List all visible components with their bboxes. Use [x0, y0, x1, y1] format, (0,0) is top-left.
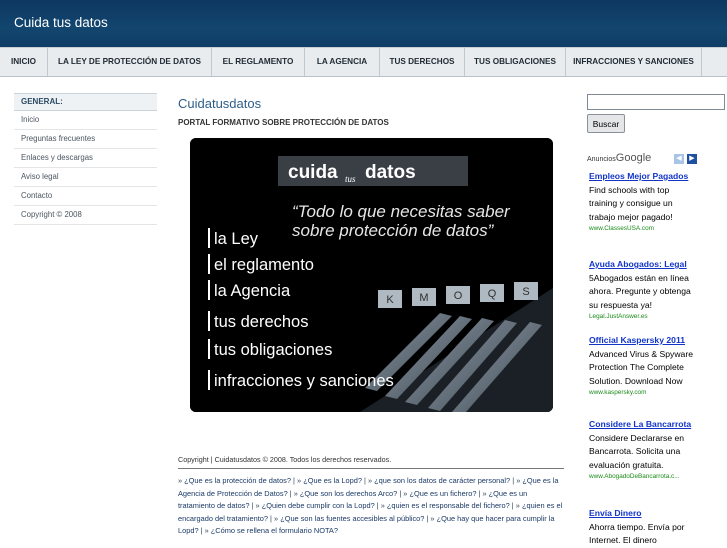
nav-item-ley[interactable]: LA LEY DE PROTECCIÓN DE DATOS: [48, 48, 212, 76]
nav-item-reglamento[interactable]: EL REGLAMENTO: [212, 48, 305, 76]
banner-graphic: K M O Q S cuida tus datos “Todo lo que n…: [190, 138, 553, 412]
faq-links: » ¿Que es la protección de datos? | » ¿Q…: [178, 476, 563, 536]
search-button[interactable]: Buscar: [587, 114, 625, 133]
banner-quote-line-2: sobre protección de datos”: [292, 221, 495, 240]
ad-title[interactable]: Official Kaspersky 2011: [589, 334, 699, 348]
faq-link[interactable]: ¿Que es la protección de datos?: [184, 476, 291, 485]
folder-tab-o: O: [454, 290, 463, 302]
ad-item: Official Kaspersky 2011 Advanced Virus &…: [589, 334, 699, 398]
chevron-right-icon[interactable]: ▶: [687, 154, 697, 164]
logo-tus: tus: [345, 174, 356, 184]
footer-copyright: Copyright | Cuidatusdatos © 2008. Todos …: [178, 455, 392, 464]
search-input[interactable]: [587, 94, 725, 110]
site-header: Cuida tus datos: [0, 0, 727, 47]
sidebar-heading: GENERAL:: [14, 93, 157, 111]
site-title[interactable]: Cuida tus datos: [14, 15, 108, 30]
nav-item-inicio[interactable]: INICIO: [0, 48, 48, 76]
banner-item-obligaciones: tus obligaciones: [214, 341, 332, 359]
footer-divider: [178, 468, 564, 469]
folder-tab-m: M: [419, 292, 428, 304]
folder-tab-k: K: [386, 294, 394, 306]
ad-item: Considere La Bancarrota Considere Declar…: [589, 418, 699, 482]
sidebar-link-inicio[interactable]: Inicio: [14, 111, 157, 130]
ad-item: Ayuda Abogados: Legal 5Abogados están en…: [589, 258, 699, 322]
page-title: Cuidatusdatos: [178, 96, 262, 111]
ad-body: Considere Declararse en Bancarrota. Soli…: [589, 432, 685, 470]
logo-cuida: cuida: [288, 162, 338, 183]
hero-banner: K M O Q S cuida tus datos “Todo lo que n…: [190, 138, 553, 412]
faq-link[interactable]: ¿que son los datos de carácter personal?: [374, 476, 510, 485]
folder-tab-s: S: [522, 286, 529, 298]
ad-body: Find schools with top training y consigu…: [589, 184, 673, 222]
logo-datos: datos: [365, 162, 416, 183]
faq-link[interactable]: ¿Que son las fuentes accesibles al públi…: [280, 514, 424, 523]
banner-quote-line-1: “Todo lo que necesitas saber: [292, 202, 511, 221]
sidebar-link-enlaces[interactable]: Enlaces y descargas: [14, 149, 157, 168]
banner-item-agencia: la Agencia: [214, 282, 291, 300]
ad-url[interactable]: www.kaspersky.com: [589, 388, 699, 398]
ad-url[interactable]: www.ClassesUSA.com: [589, 224, 699, 234]
sidebar-link-copyright[interactable]: Copyright © 2008: [14, 206, 157, 225]
faq-link[interactable]: ¿Cómo se rellena el formulario NOTA?: [211, 526, 338, 535]
sidebar-link-contacto[interactable]: Contacto: [14, 187, 157, 206]
nav-item-infracciones[interactable]: INFRACCIONES Y SANCIONES: [566, 48, 702, 76]
ad-url[interactable]: Legal.JustAnswer.es: [589, 312, 699, 322]
ads-label: AnunciosGoogle: [587, 152, 651, 164]
ad-item: Empleos Mejor Pagados Find schools with …: [589, 170, 699, 234]
faq-link[interactable]: ¿quien es el responsable del fichero?: [387, 501, 510, 510]
faq-link[interactable]: ¿Que son los derechos Arco?: [300, 489, 397, 498]
ad-url[interactable]: www.AbogadoDeBancarrota.c...: [589, 472, 699, 482]
faq-link[interactable]: ¿Que es la Lopd?: [303, 476, 362, 485]
sidebar-link-aviso-legal[interactable]: Aviso legal: [14, 168, 157, 187]
sidebar: GENERAL: Inicio Preguntas frecuentes Enl…: [14, 93, 157, 225]
sidebar-link-preguntas[interactable]: Preguntas frecuentes: [14, 130, 157, 149]
ad-title[interactable]: Envía Dinero: [589, 507, 699, 521]
ad-item: Envía Dinero Ahorra tiempo. Envía por In…: [589, 507, 699, 548]
folder-tab-q: Q: [488, 288, 497, 300]
banner-item-derechos: tus derechos: [214, 313, 308, 331]
page-subtitle: PORTAL FORMATIVO SOBRE PROTECCIÓN DE DAT…: [178, 118, 389, 127]
main-nav: INICIO LA LEY DE PROTECCIÓN DE DATOS EL …: [0, 47, 727, 77]
faq-link[interactable]: ¿Quien debe cumplir con la Lopd?: [262, 501, 375, 510]
ad-title[interactable]: Empleos Mejor Pagados: [589, 170, 699, 184]
ads-label-text: Anuncios: [587, 156, 616, 163]
nav-item-derechos[interactable]: TUS DERECHOS: [380, 48, 465, 76]
nav-item-obligaciones[interactable]: TUS OBLIGACIONES: [465, 48, 566, 76]
google-logo: Google: [615, 152, 652, 164]
ad-body: Advanced Virus & Spyware Protection The …: [589, 348, 693, 386]
ad-body: 5Abogados están en línea ahora. Pregunte…: [589, 272, 691, 310]
banner-item-infracciones: infracciones y sanciones: [214, 372, 394, 390]
ad-title[interactable]: Considere La Bancarrota: [589, 418, 699, 432]
faq-link[interactable]: ¿Que es un fichero?: [409, 489, 476, 498]
ad-title[interactable]: Ayuda Abogados: Legal: [589, 258, 699, 272]
banner-item-reglamento: el reglamento: [214, 256, 314, 274]
banner-item-ley: la Ley: [214, 230, 259, 248]
nav-item-agencia[interactable]: LA AGENCIA: [305, 48, 380, 76]
chevron-left-icon[interactable]: ◀: [674, 154, 684, 164]
ad-body: Ahorra tiempo. Envía por Internet. El di…: [589, 521, 685, 546]
